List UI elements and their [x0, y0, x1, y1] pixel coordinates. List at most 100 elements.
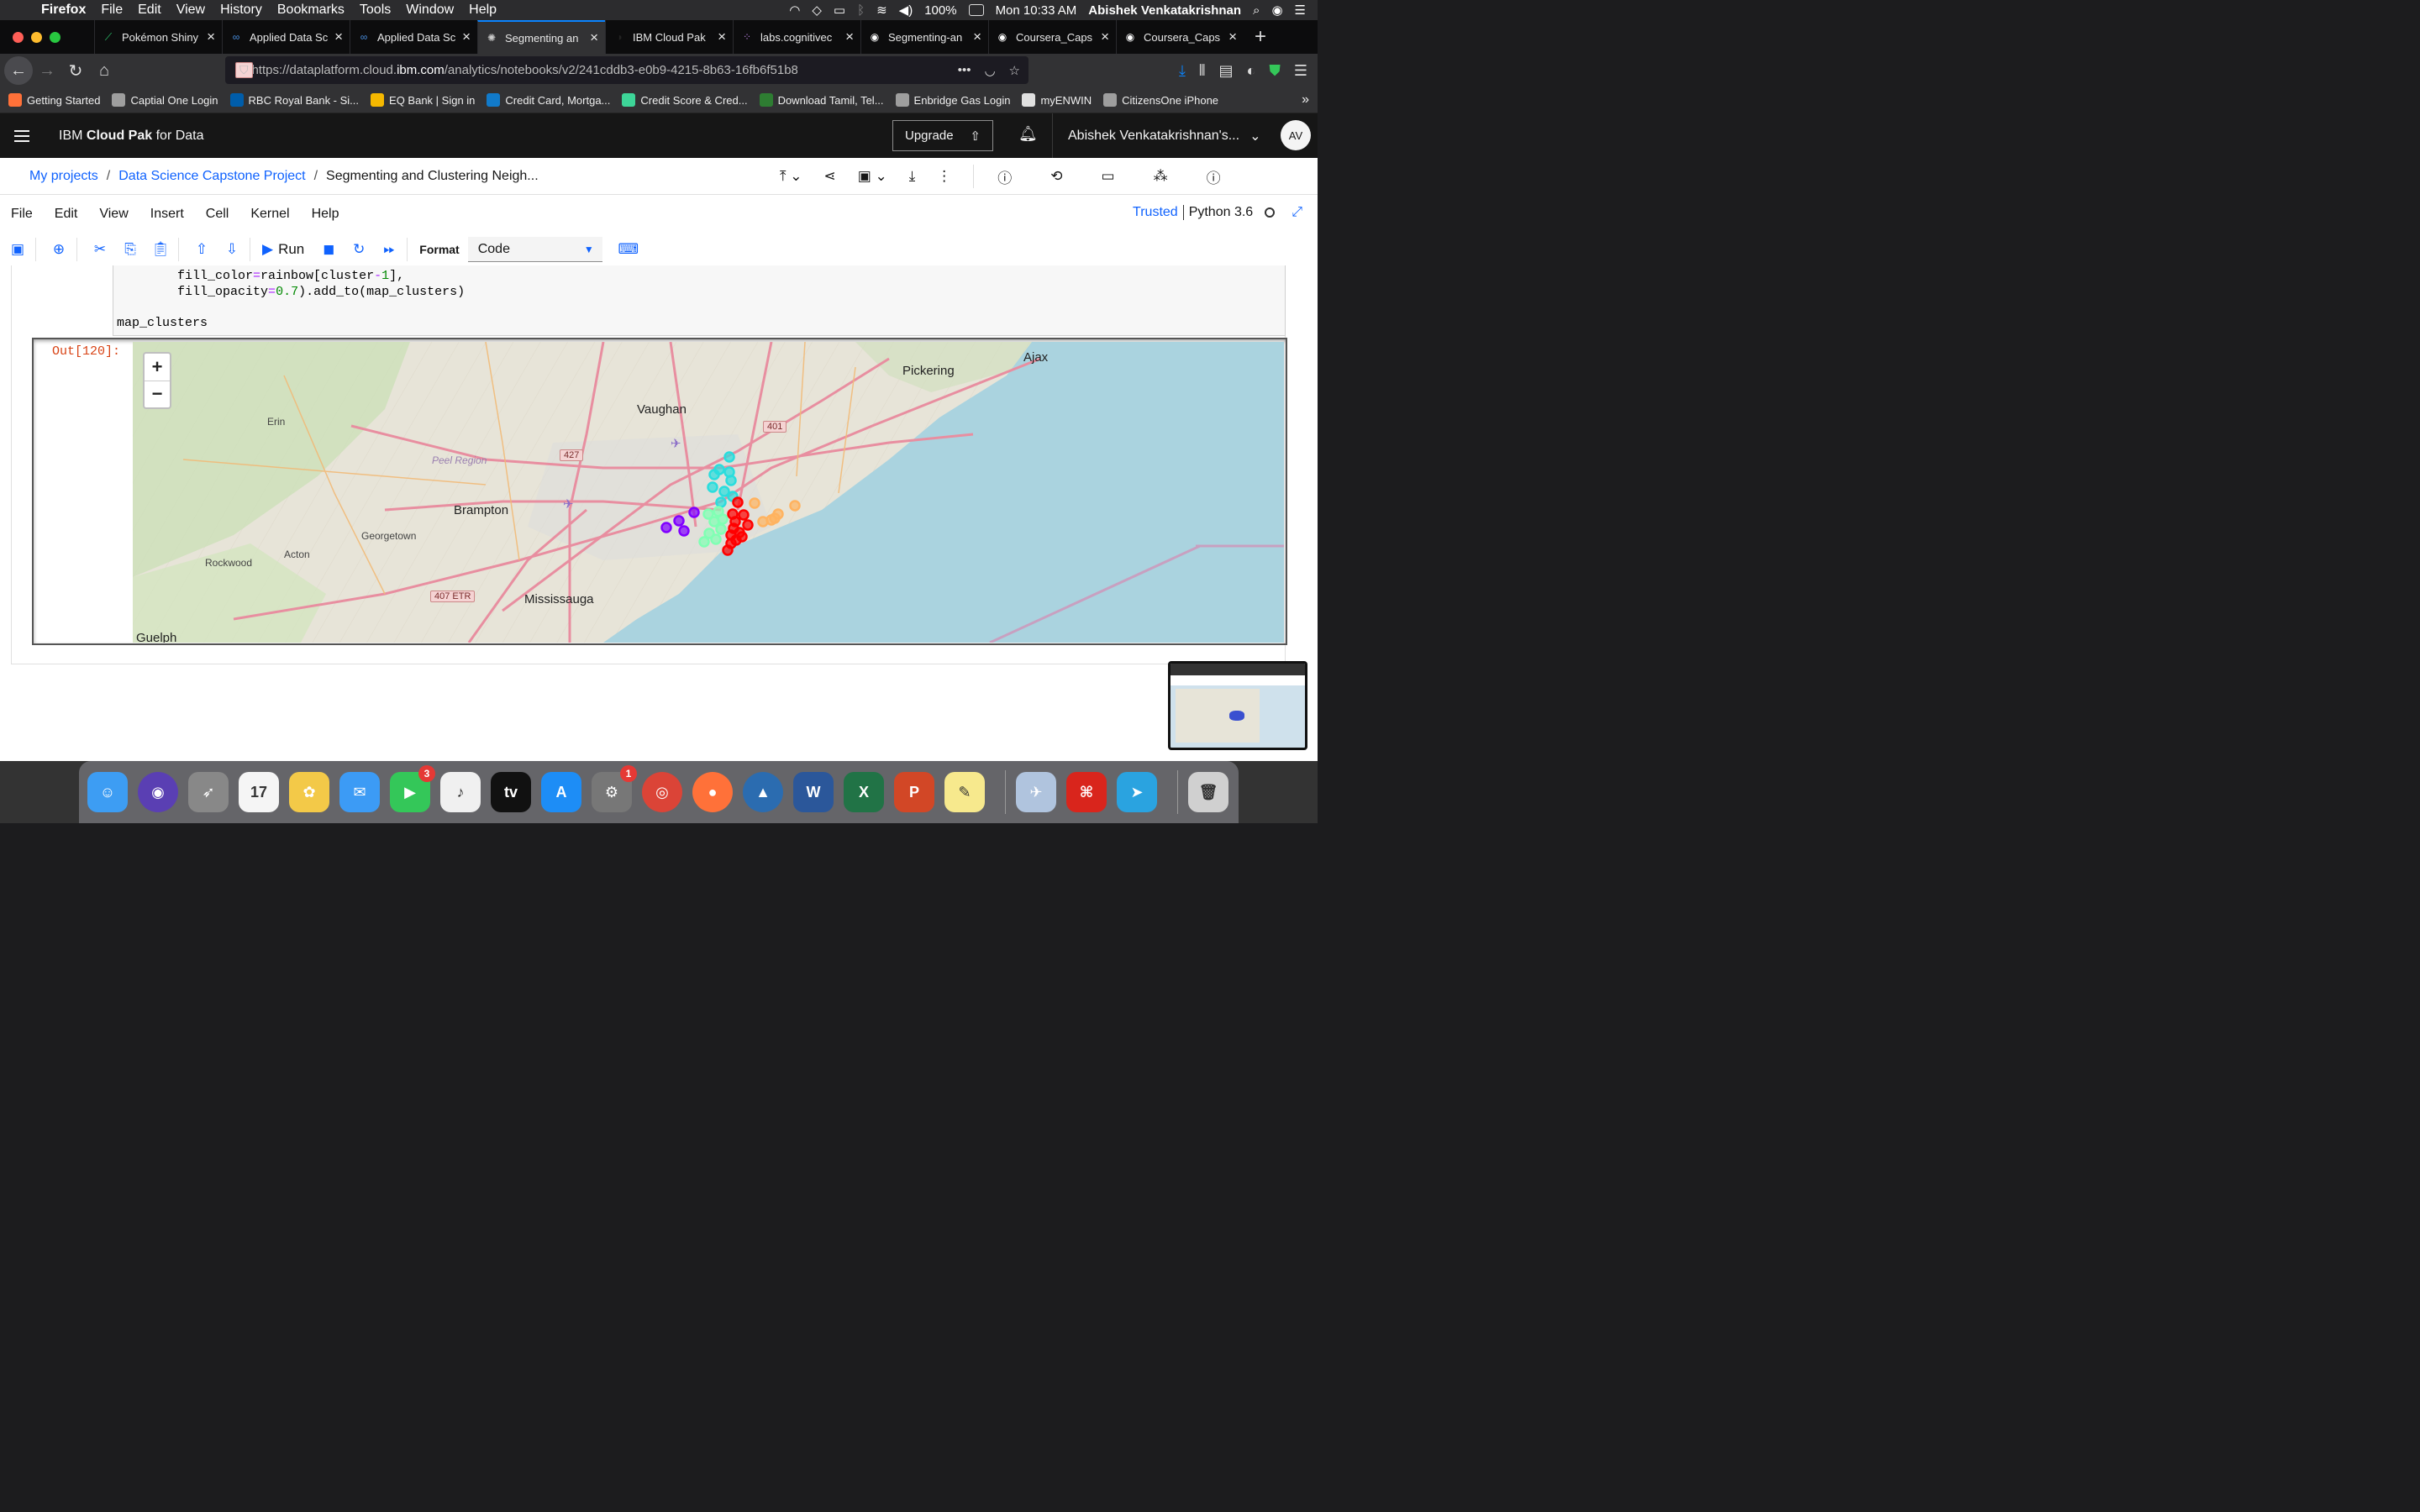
nb-menu-cell[interactable]: Cell	[206, 207, 229, 222]
acrobat-icon[interactable]: ⌘	[1066, 772, 1107, 812]
code-input[interactable]: fill_color=rainbow[cluster-1], fill_opac…	[113, 265, 1286, 336]
tracking-shield-icon[interactable]: ⛉	[235, 62, 253, 78]
move-down-icon[interactable]: ⇩	[219, 241, 245, 258]
home-button[interactable]: ⌂	[90, 56, 118, 85]
menu-file[interactable]: File	[93, 3, 130, 18]
minimize-window-button[interactable]	[31, 31, 42, 43]
cluster-5-marker[interactable]	[769, 512, 781, 524]
downloads-icon[interactable]: ⤓	[1179, 62, 1186, 80]
nb-menu-help[interactable]: Help	[312, 207, 339, 222]
cluster-3-marker[interactable]	[710, 533, 722, 545]
overflow-menu-icon[interactable]: ⋮	[937, 168, 951, 185]
fast-forward-icon[interactable]: ⏩︎	[376, 241, 402, 258]
cluster-5-marker[interactable]	[757, 516, 769, 528]
stickies-icon[interactable]: ✎	[944, 772, 985, 812]
menu-view[interactable]: View	[169, 3, 213, 18]
trusted-indicator[interactable]: Trusted	[1133, 205, 1178, 220]
browser-tab[interactable]: ◑ IBM Cloud Pak ×	[605, 20, 733, 54]
excel-icon[interactable]: X	[844, 772, 884, 812]
close-tab-icon[interactable]: ×	[462, 29, 471, 45]
close-tab-icon[interactable]: ×	[1101, 29, 1109, 45]
notifications-bell-icon[interactable]: 🔔︎	[1018, 125, 1038, 143]
bookmark-item[interactable]: Download Tamil, Tel...	[759, 93, 884, 107]
breadcrumb-project[interactable]: Data Science Capstone Project	[118, 169, 305, 184]
nb-menu-edit[interactable]: Edit	[55, 207, 78, 222]
library-icon[interactable]: ⫴	[1199, 62, 1206, 80]
cluster-3-marker[interactable]	[715, 523, 727, 535]
menu-clock[interactable]: Mon 10:33 AM	[996, 3, 1077, 18]
bookmark-item[interactable]: Captial One Login	[112, 93, 218, 107]
nb-menu-view[interactable]: View	[99, 207, 128, 222]
close-tab-icon[interactable]: ×	[973, 29, 981, 45]
map-canvas[interactable]	[133, 342, 1284, 643]
paste-icon[interactable]: 📋︎	[148, 241, 173, 258]
reload-button[interactable]: ↻	[61, 56, 90, 85]
app-menu-icon[interactable]: ☰	[1294, 62, 1307, 80]
cluster-4-marker[interactable]	[722, 544, 734, 556]
account-icon[interactable]: ◐	[1246, 62, 1255, 80]
menu-tools[interactable]: Tools	[352, 3, 398, 18]
bluetooth-icon[interactable]: ᛒ	[857, 3, 865, 18]
product-name[interactable]: IBM Cloud Pak for Data	[59, 129, 204, 144]
mail-stamp-icon[interactable]: ✈	[1016, 772, 1056, 812]
browser-tab[interactable]: ⟋ Pokémon Shiny ×	[94, 20, 222, 54]
account-switcher[interactable]: Abishek Venkatakrishnan's... ⌄	[1052, 113, 1266, 158]
chrome-icon[interactable]: ◎	[642, 772, 682, 812]
extension-shield-icon[interactable]: ⛊	[1269, 62, 1281, 80]
cluster-5-marker[interactable]	[749, 497, 760, 509]
save-icon[interactable]: ▣	[5, 241, 30, 258]
browser-tab[interactable]: ◉ Coursera_Caps ×	[1116, 20, 1244, 54]
upgrade-button[interactable]: Upgrade ⇧	[892, 120, 993, 151]
menu-edit[interactable]: Edit	[130, 3, 169, 18]
stop-icon[interactable]: ◼	[316, 241, 341, 258]
bookmark-item[interactable]: Credit Card, Mortga...	[487, 93, 610, 107]
bookmark-item[interactable]: Credit Score & Cred...	[622, 93, 748, 107]
notebook-cell[interactable]: fill_color=rainbow[cluster-1], fill_opac…	[11, 265, 1287, 664]
wifi-icon[interactable]: ≋	[876, 3, 887, 18]
browser-tab[interactable]: ✺ Segmenting an ×	[477, 20, 605, 54]
comments-icon[interactable]: ▭	[1102, 168, 1115, 185]
share-icon[interactable]: ⋖	[823, 168, 835, 185]
volume-icon[interactable]: ◀)	[899, 3, 913, 18]
close-tab-icon[interactable]: ×	[334, 29, 343, 45]
launchpad-icon[interactable]: ➶	[188, 772, 229, 812]
cluster-4-marker[interactable]	[738, 509, 750, 521]
menu-user[interactable]: Abishek Venkatakrishnan	[1088, 3, 1241, 18]
notification-center-icon[interactable]: ☰	[1295, 3, 1306, 18]
insert-cell-icon[interactable]: ⊕	[46, 241, 71, 258]
cluster-2-marker[interactable]	[708, 469, 720, 480]
messages-icon[interactable]: ✉	[339, 772, 380, 812]
cluster-1-marker[interactable]	[688, 507, 700, 518]
help-icon[interactable]: ⓘ	[1207, 166, 1221, 187]
apple-tv-icon[interactable]: tv	[491, 772, 531, 812]
bookmark-item[interactable]: Enbridge Gas Login	[895, 93, 1010, 107]
firefox-icon[interactable]: ●	[692, 772, 733, 812]
cluster-1-marker[interactable]	[678, 525, 690, 537]
schedule-job-icon[interactable]: ▣ ⌄	[858, 168, 887, 185]
screenshot-thumbnail-preview[interactable]	[1168, 661, 1307, 750]
siri-menu-icon[interactable]: ◉	[1271, 3, 1282, 18]
more-bookmarks-icon[interactable]: »	[1302, 92, 1309, 108]
powerpoint-icon[interactable]: P	[894, 772, 934, 812]
gauge-icon[interactable]: ◠	[789, 3, 800, 18]
diamond-icon[interactable]: ◇	[812, 3, 822, 18]
keyboard-shortcuts-icon[interactable]: ⌨	[616, 241, 641, 258]
cluster-5-marker[interactable]	[789, 500, 801, 512]
restart-icon[interactable]: ↻	[346, 241, 371, 258]
close-tab-icon[interactable]: ×	[590, 29, 598, 46]
download-icon[interactable]: ⤓	[909, 168, 916, 185]
airplay-icon[interactable]: ▭	[834, 3, 845, 18]
menu-bookmarks[interactable]: Bookmarks	[270, 3, 352, 18]
close-tab-icon[interactable]: ×	[845, 29, 854, 45]
bookmark-item[interactable]: EQ Bank | Sign in	[371, 93, 475, 107]
siri-icon[interactable]: ◉	[138, 772, 178, 812]
zoom-window-button[interactable]	[50, 31, 60, 43]
facetime-icon[interactable]: ▶ 3	[390, 765, 435, 812]
photos-icon[interactable]: ✿	[289, 772, 329, 812]
cluster-2-marker[interactable]	[707, 481, 718, 493]
cluster-2-marker[interactable]	[715, 496, 727, 508]
browser-tab[interactable]: ⁘ labs.cognitivec ×	[733, 20, 860, 54]
zoom-out-button[interactable]: −	[145, 381, 170, 408]
zoom-in-button[interactable]: +	[145, 354, 170, 381]
cluster-2-marker[interactable]	[725, 475, 737, 486]
